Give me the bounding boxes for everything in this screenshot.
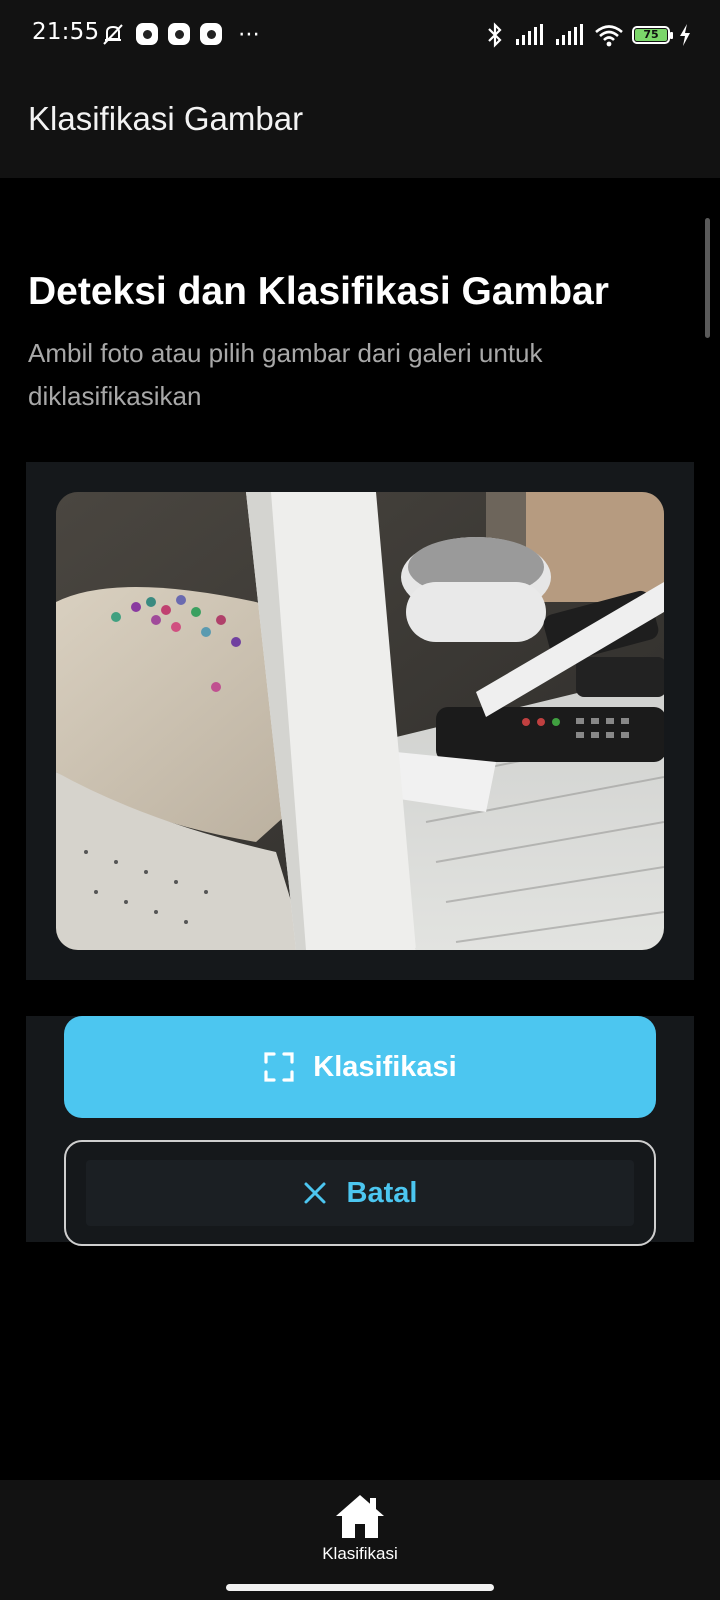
photo-preview <box>56 492 664 950</box>
main-content[interactable]: Deteksi dan Klasifikasi Gambar Ambil fot… <box>0 178 720 1480</box>
status-system-icons: 75 <box>484 20 692 50</box>
bottom-navigation: Klasifikasi <box>0 1480 720 1600</box>
battery-icon: 75 <box>632 26 673 44</box>
mute-bell-icon <box>103 24 123 45</box>
bluetooth-icon <box>488 22 502 48</box>
app-bar-title: Klasifikasi Gambar <box>28 100 304 137</box>
notification-icon <box>168 23 190 45</box>
scrollbar[interactable] <box>705 218 710 338</box>
signal-icon <box>556 24 583 45</box>
app-bar: Klasifikasi Gambar <box>0 70 720 178</box>
status-bar: 21:55 ⋯ 75 <box>0 0 720 70</box>
page-subtitle: Ambil foto atau pilih gambar dari galeri… <box>28 338 543 411</box>
charging-icon <box>680 24 690 46</box>
classify-button-label: Klasifikasi <box>313 1050 457 1083</box>
cancel-button-label: Batal <box>346 1176 418 1209</box>
notification-icon <box>200 23 222 45</box>
home-icon <box>336 1495 384 1538</box>
home-indicator[interactable] <box>226 1584 494 1591</box>
action-card: Klasifikasi Batal <box>26 1016 694 1246</box>
scan-frame-icon <box>264 1052 294 1082</box>
more-notifications-icon: ⋯ <box>238 21 261 47</box>
signal-icon <box>516 24 543 45</box>
app-screen: 21:55 ⋯ 75 Klasifikasi Gambar Deteksi da… <box>0 0 720 1600</box>
battery-level: 75 <box>635 29 667 41</box>
nav-item-klasifikasi[interactable]: Klasifikasi <box>300 1492 420 1582</box>
wifi-icon <box>595 25 623 47</box>
image-preview-card <box>26 462 694 980</box>
close-icon <box>304 1182 326 1204</box>
nav-item-label: Klasifikasi <box>322 1544 398 1563</box>
status-time: 21:55 <box>32 19 100 45</box>
photo-illustration <box>56 492 664 950</box>
notification-icon <box>136 23 158 45</box>
status-notification-icons: ⋯ <box>100 19 261 49</box>
page-heading: Deteksi dan Klasifikasi Gambar <box>28 270 609 313</box>
classify-button[interactable]: Klasifikasi <box>64 1016 656 1118</box>
cancel-button[interactable]: Batal <box>64 1140 656 1246</box>
